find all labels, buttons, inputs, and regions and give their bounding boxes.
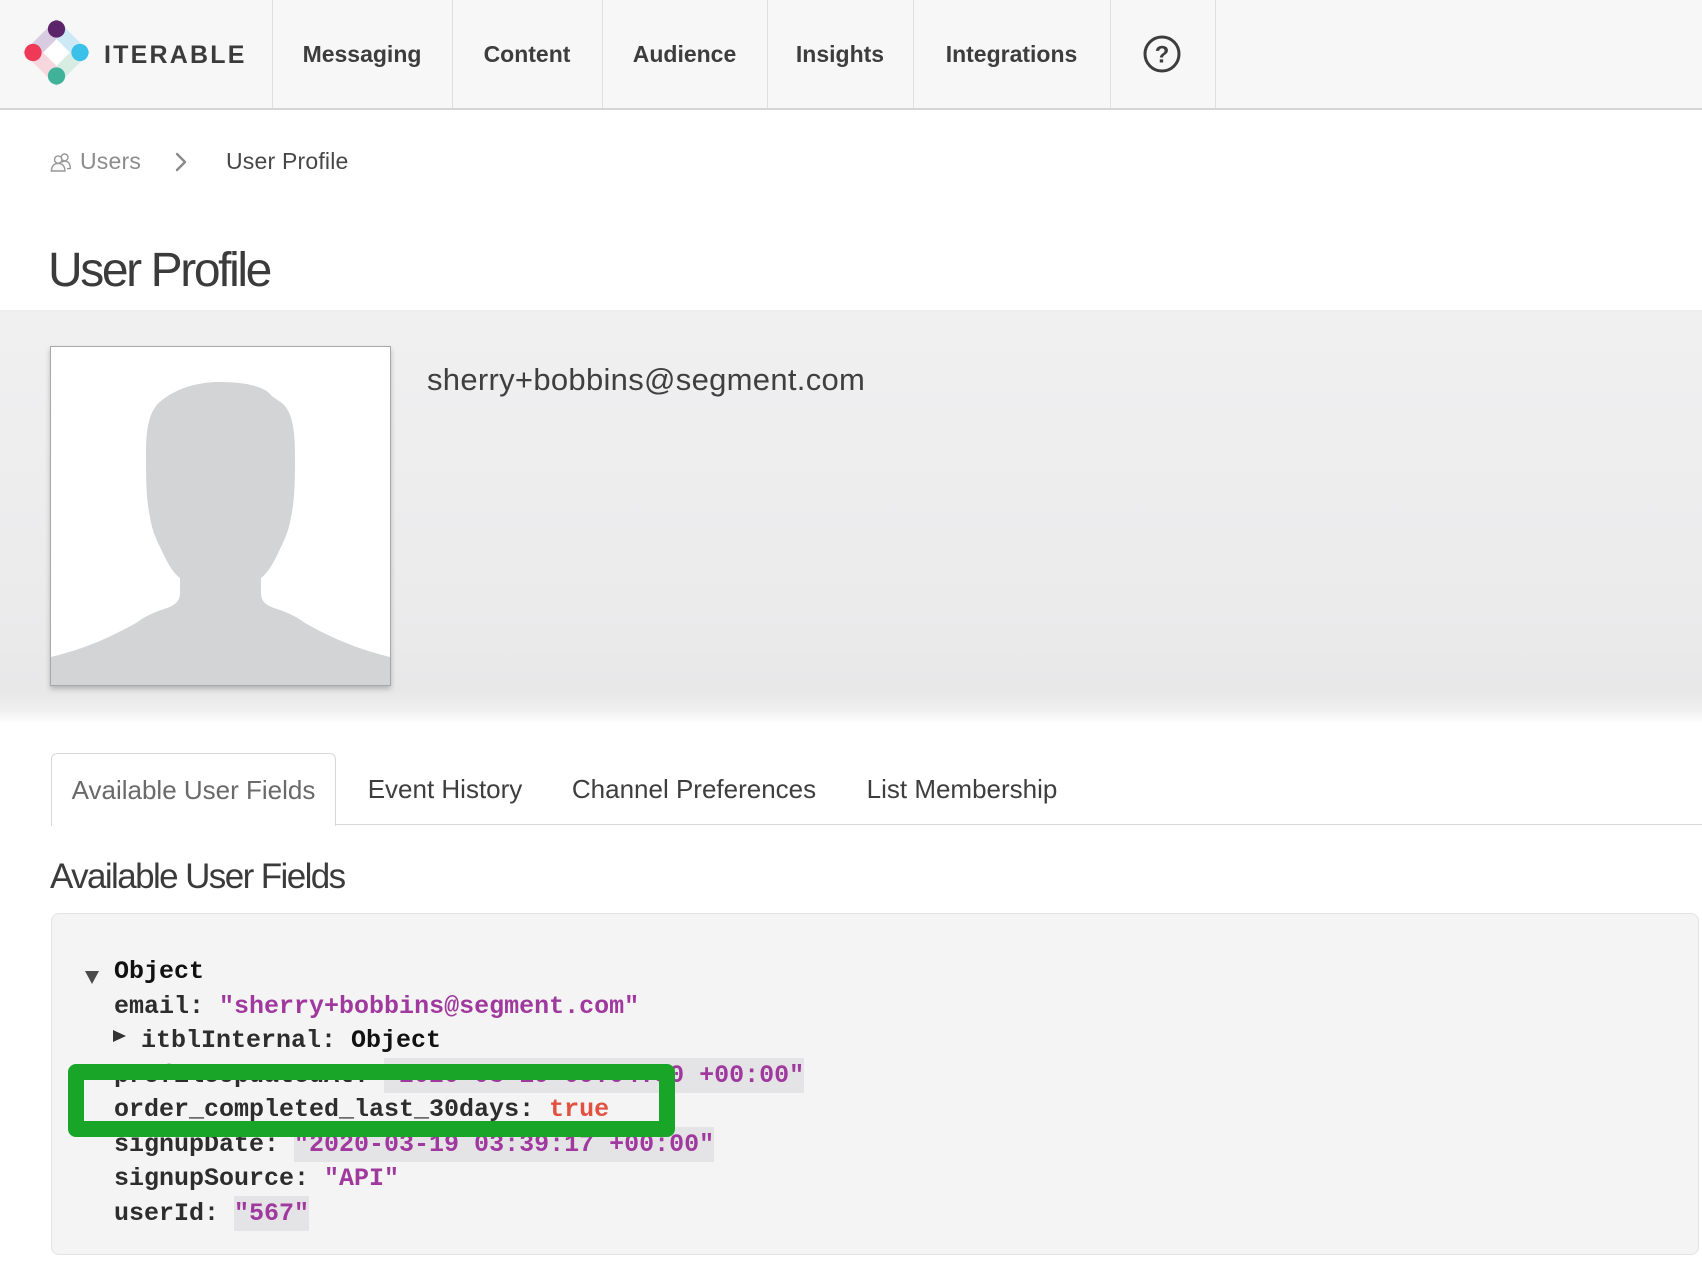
svg-text:?: ? — [1155, 42, 1170, 69]
